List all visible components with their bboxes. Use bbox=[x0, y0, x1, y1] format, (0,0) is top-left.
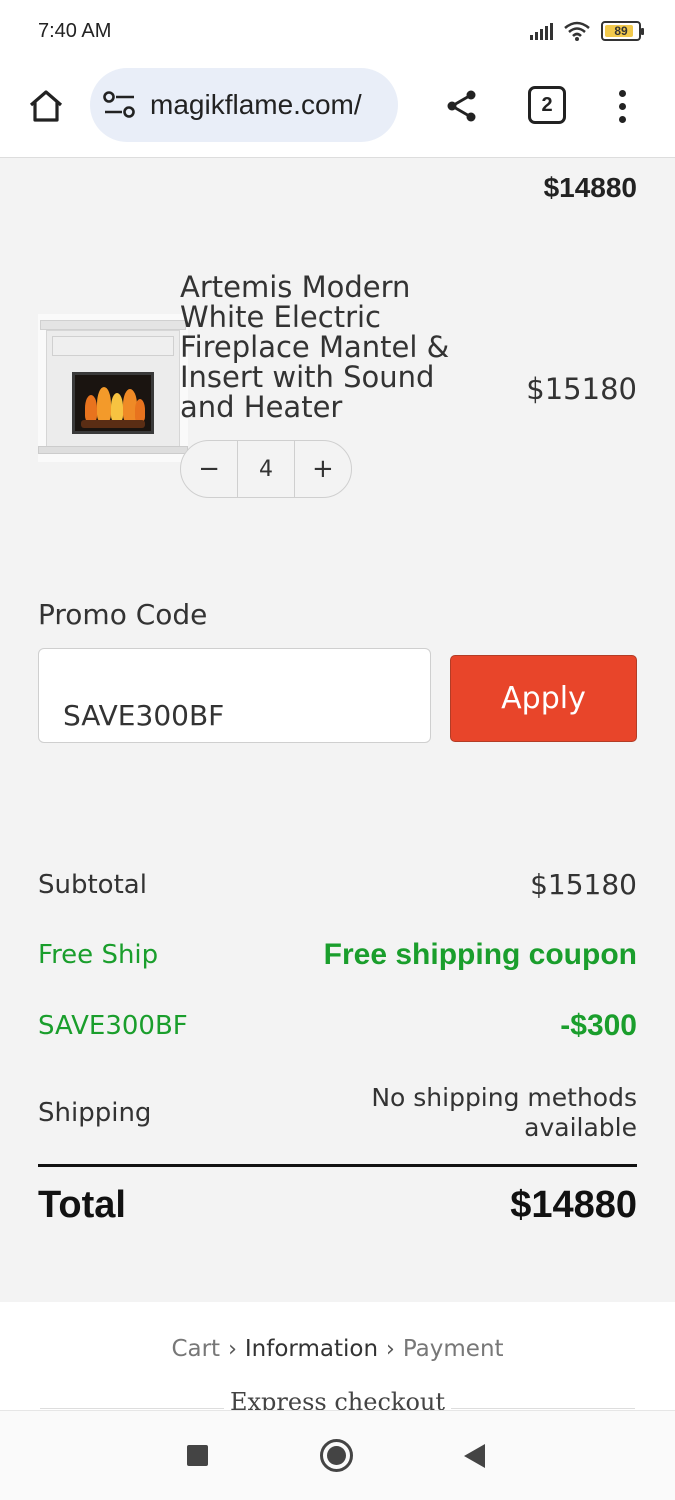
system-nav-bar bbox=[0, 1410, 675, 1500]
battery-icon: 89 bbox=[601, 21, 644, 41]
total-value: $14880 bbox=[510, 1184, 637, 1226]
breadcrumb-payment[interactable]: Payment bbox=[403, 1336, 504, 1362]
checkout-footer: Cart › Information › Payment Express che… bbox=[0, 1302, 675, 1416]
shipping-row: Shipping No shipping methods available bbox=[38, 1083, 637, 1143]
home-nav-icon[interactable] bbox=[320, 1439, 353, 1472]
discount-code-label: SAVE300BF bbox=[38, 1011, 188, 1041]
more-options-icon[interactable] bbox=[606, 84, 638, 128]
back-icon[interactable] bbox=[464, 1444, 485, 1468]
site-settings-icon[interactable] bbox=[102, 90, 138, 120]
discount-value: -$300 bbox=[560, 1009, 637, 1042]
signal-icon bbox=[530, 22, 553, 40]
free-ship-label: Free Ship bbox=[38, 940, 159, 970]
subtotal-row: Subtotal $15180 bbox=[38, 868, 637, 901]
chevron-right-icon: › bbox=[228, 1336, 237, 1362]
free-ship-value: Free shipping coupon bbox=[323, 938, 637, 971]
status-bar: 7:40 AM 89 bbox=[0, 0, 675, 64]
url-text: magikflame.com/ bbox=[150, 89, 362, 120]
total-divider bbox=[38, 1164, 637, 1167]
home-button[interactable] bbox=[24, 84, 68, 128]
home-icon bbox=[29, 90, 63, 122]
total-label: Total bbox=[38, 1184, 126, 1226]
apply-button[interactable]: Apply bbox=[450, 655, 637, 742]
wifi-icon bbox=[564, 21, 590, 41]
total-row: Total $14880 bbox=[38, 1184, 637, 1227]
breadcrumb-cart[interactable]: Cart bbox=[171, 1336, 220, 1362]
shipping-label: Shipping bbox=[38, 1098, 152, 1128]
share-icon bbox=[447, 90, 476, 122]
increment-button[interactable]: + bbox=[295, 441, 351, 497]
discount-row: SAVE300BF -$300 bbox=[38, 1009, 637, 1043]
cart-content: $14880 Artemis Modern White Electric Fir… bbox=[0, 158, 675, 1302]
header-total: $14880 bbox=[543, 172, 637, 203]
quantity-value[interactable]: 4 bbox=[237, 441, 295, 497]
promo-code-input[interactable] bbox=[38, 648, 431, 743]
subtotal-label: Subtotal bbox=[38, 869, 147, 900]
subtotal-value: $15180 bbox=[530, 868, 637, 901]
browser-toolbar: magikflame.com/ 2 bbox=[0, 64, 675, 158]
chevron-right-icon: › bbox=[386, 1336, 395, 1362]
battery-level: 89 bbox=[614, 24, 628, 38]
tabs-icon[interactable]: 2 bbox=[528, 86, 566, 124]
quantity-stepper: − 4 + bbox=[180, 440, 352, 498]
product-title[interactable]: Artemis Modern White Electric Fireplace … bbox=[180, 272, 480, 422]
breadcrumb-information[interactable]: Information bbox=[245, 1336, 378, 1362]
fireplace-firebox bbox=[72, 372, 154, 434]
breadcrumb: Cart › Information › Payment bbox=[0, 1336, 675, 1362]
product-price: $15180 bbox=[526, 372, 637, 406]
address-bar[interactable]: magikflame.com/ bbox=[90, 68, 398, 142]
tab-count: 2 bbox=[541, 93, 553, 116]
product-image[interactable] bbox=[38, 314, 188, 462]
recents-icon[interactable] bbox=[187, 1445, 208, 1466]
shipping-value: No shipping methods available bbox=[371, 1083, 637, 1142]
share-button[interactable] bbox=[442, 86, 482, 126]
status-icons: 89 bbox=[530, 20, 644, 42]
status-time: 7:40 AM bbox=[38, 20, 112, 42]
promo-code-label: Promo Code bbox=[38, 598, 208, 631]
free-ship-row: Free Ship Free shipping coupon bbox=[38, 938, 637, 972]
decrement-button[interactable]: − bbox=[181, 441, 237, 497]
